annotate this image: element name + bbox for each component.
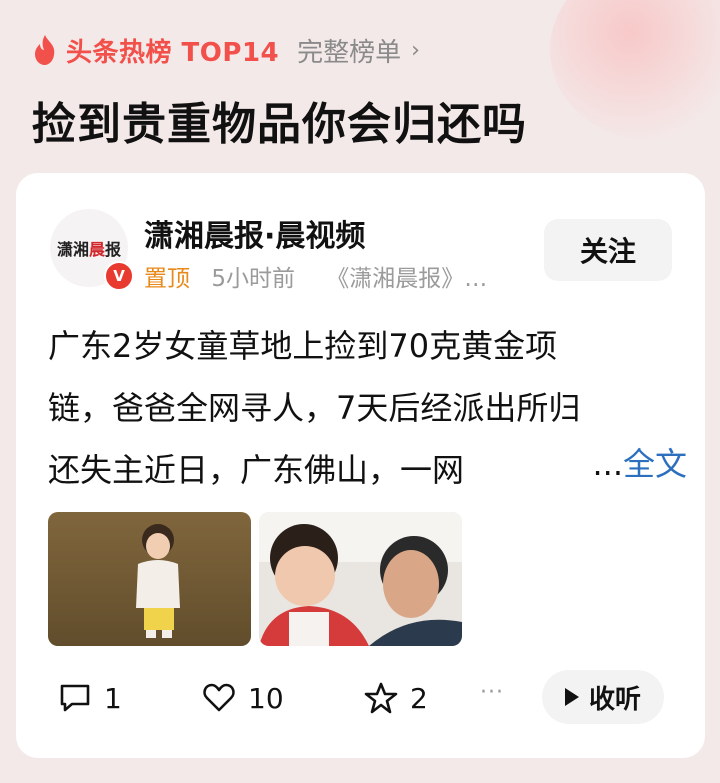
post-meta: 置顶 5小时前 《潇湘晨报》… (144, 259, 487, 293)
listen-button[interactable]: 收听 (542, 670, 664, 724)
chevron-right-icon: › (411, 37, 420, 63)
post-source: 《潇湘晨报》… (326, 266, 488, 292)
comment-count: 1 (104, 681, 122, 715)
fire-icon (35, 35, 55, 65)
favorite-button[interactable]: 2 (364, 668, 428, 728)
full-text-link[interactable]: 全文 (623, 445, 687, 483)
star-icon (364, 682, 398, 714)
action-bar: 1 10 2 ··· 收听 (16, 668, 705, 728)
more-options-icon[interactable]: ··· (480, 680, 504, 705)
post-body-line: 广东2岁女童草地上捡到70克黄金项 (48, 327, 558, 365)
author-name[interactable]: 潇湘晨报·晨视频 (144, 211, 365, 255)
hot-list-rank: 头条热榜 TOP14 (66, 37, 280, 68)
topic-title: 捡到贵重物品你会归还吗 (32, 99, 527, 150)
post-body-line: 还失主近日，广东佛山，一网 (48, 451, 465, 489)
full-list-link[interactable]: 完整榜单 (297, 32, 401, 69)
comment-button[interactable]: 1 (58, 668, 122, 728)
post-body-line: 链，爸爸全网寻人，7天后经派出所归 (48, 389, 581, 427)
header-decoration (550, 0, 720, 140)
like-count: 10 (248, 681, 284, 715)
like-button[interactable]: 10 (202, 668, 284, 728)
post-card[interactable]: 潇湘晨报 V 潇湘晨报·晨视频 置顶 5小时前 《潇湘晨报》… 关注 广东2岁女… (16, 173, 705, 758)
post-image-father-and-child[interactable] (259, 512, 462, 646)
post-body[interactable]: 广东2岁女童草地上捡到70克黄金项 链，爸爸全网寻人，7天后经派出所归 还失主近… (48, 315, 678, 501)
favorite-count: 2 (410, 681, 428, 715)
post-time: 5小时前 (211, 266, 295, 292)
heart-icon (203, 683, 235, 712)
read-more[interactable]: ...全文 (592, 439, 687, 485)
post-image-child-on-grass[interactable] (48, 512, 251, 646)
verified-icon: V (104, 261, 134, 291)
pinned-badge: 置顶 (144, 266, 190, 292)
listen-label: 收听 (588, 684, 641, 715)
hot-list-bar[interactable]: 头条热榜 TOP14 完整榜单 › (32, 28, 420, 72)
comment-icon (60, 684, 90, 712)
ellipsis: ... (592, 445, 623, 483)
play-icon (564, 688, 579, 706)
follow-button[interactable]: 关注 (544, 219, 672, 281)
